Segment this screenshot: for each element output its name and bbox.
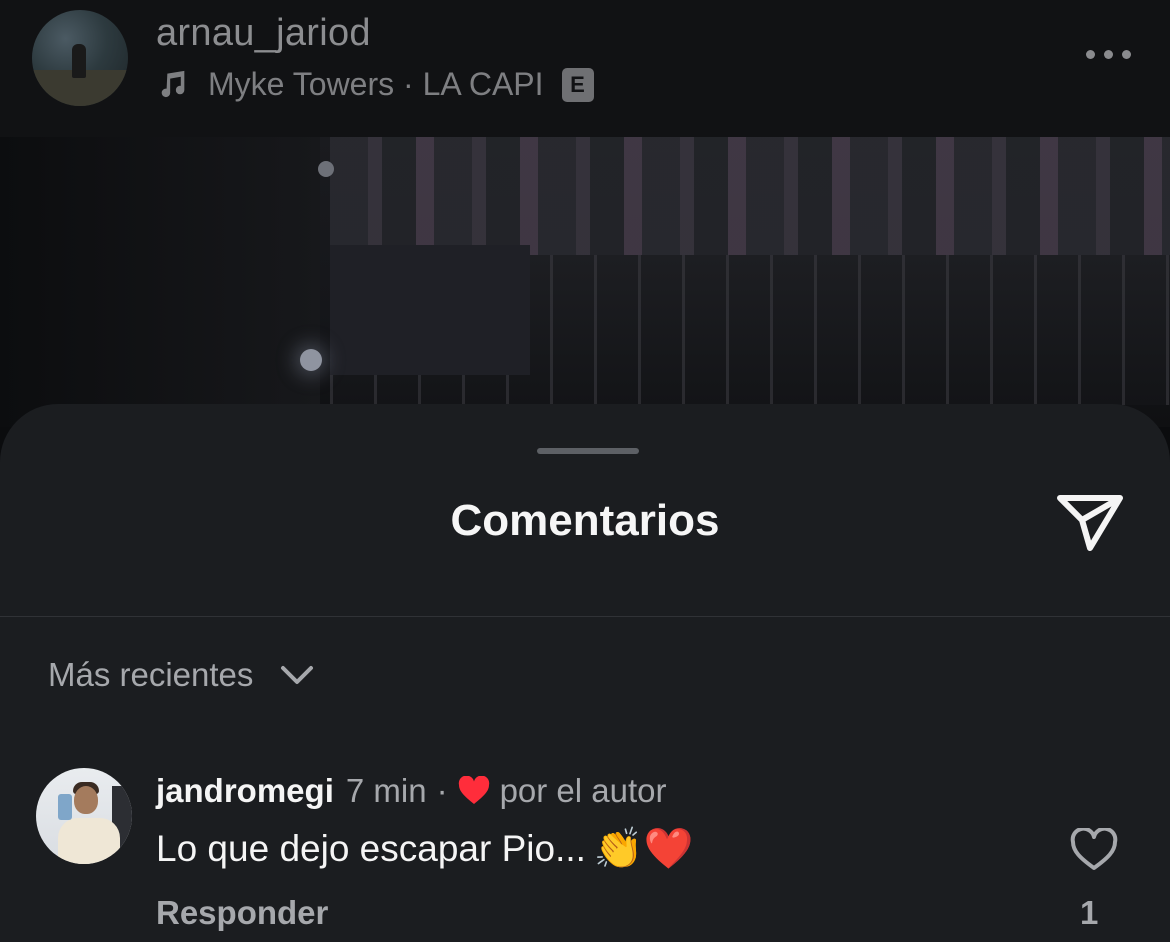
avatar-phone (58, 794, 72, 820)
avatar-body (58, 818, 120, 864)
comment-time: 7 min (345, 772, 427, 809)
avatar-head (74, 786, 98, 814)
photo-stage-light-small (318, 161, 334, 177)
comment-text-row: Lo que dejo escapar Pio... 👏❤️ (156, 828, 694, 870)
reply-button[interactable]: Responder (156, 894, 328, 932)
sort-label: Más recientes (48, 656, 254, 693)
sheet-divider (0, 616, 1170, 617)
photo-banner (330, 245, 530, 375)
sheet-title: Comentarios (450, 496, 720, 545)
post-header: arnau_jariod Myke Towers · LA CAPI E (0, 0, 1170, 137)
sort-selector[interactable]: Más recientes (48, 656, 315, 694)
chevron-down-icon (281, 666, 314, 684)
sheet-grabber[interactable] (537, 448, 639, 454)
photo-stage-light (300, 349, 322, 371)
explicit-badge: E (561, 67, 594, 102)
avatar-figure (72, 44, 86, 78)
photo-curtain (0, 137, 320, 427)
music-artist: Myke Towers (208, 66, 395, 102)
music-song: LA CAPI (422, 66, 544, 102)
comment-text: Lo que dejo escapar Pio... (156, 828, 586, 869)
like-count: 1 (1080, 894, 1099, 931)
music-info[interactable]: Myke Towers · LA CAPI E (156, 66, 594, 103)
post-author-avatar[interactable] (32, 10, 128, 106)
music-separator: · (394, 66, 423, 102)
heart-outline-icon[interactable] (1070, 828, 1118, 872)
commenter-avatar[interactable] (36, 768, 132, 864)
post-photo (0, 137, 1170, 427)
comment-meta: jandromegi 7 min · por el autor (156, 772, 667, 810)
post-username[interactable]: arnau_jariod (156, 12, 371, 55)
heart-filled-icon (458, 776, 489, 804)
comment-meta-dot: · (436, 772, 448, 809)
comments-sheet: Comentarios Más recientes jandromegi 7 m… (0, 404, 1170, 942)
comment-emojis: 👏❤️ (593, 827, 694, 871)
comment-username[interactable]: jandromegi (156, 772, 334, 810)
liked-by-author-label: por el autor (499, 772, 667, 809)
more-dots-icon[interactable] (1086, 50, 1131, 59)
send-icon[interactable] (1054, 490, 1126, 554)
comment-item: jandromegi 7 min · por el autor Lo que d… (0, 764, 1170, 942)
music-note-icon (161, 70, 185, 97)
